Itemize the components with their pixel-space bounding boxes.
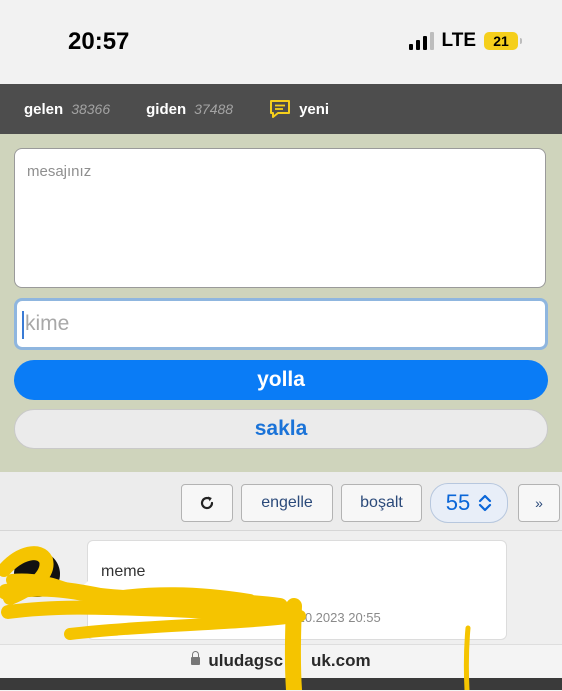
nav-inbox-label: gelen xyxy=(24,100,64,118)
page-select-value: 55 xyxy=(445,490,471,515)
status-indicators: LTE 21 xyxy=(408,30,522,52)
nav-inbox-count: 38366 xyxy=(71,101,111,117)
lock-icon xyxy=(191,651,201,665)
next-page-button[interactable]: » xyxy=(518,484,560,522)
nav-outbox-label: giden xyxy=(146,100,187,118)
message-toolbar: engelle boşalt 55 » xyxy=(0,472,562,531)
battery-icon: 21 xyxy=(484,32,522,50)
list-item[interactable]: meme .10.2023 20:55 xyxy=(79,540,507,640)
message-timestamp: .10.2023 20:55 xyxy=(294,610,381,625)
network-type: LTE xyxy=(441,30,476,51)
message-nav: gelen 38366 giden 37488 yeni xyxy=(0,84,562,134)
refresh-button[interactable] xyxy=(181,484,233,522)
status-bar: 20:57 LTE 21 xyxy=(0,0,562,84)
compose-form: yolla sakla xyxy=(0,134,562,472)
refresh-icon xyxy=(200,496,214,510)
avatar[interactable] xyxy=(14,551,60,597)
recipient-input[interactable] xyxy=(14,298,548,350)
nav-outbox-count: 37488 xyxy=(194,101,234,117)
url-text-end: uk.com xyxy=(311,651,371,670)
url-text: uludagsc xyxy=(208,651,284,670)
block-button[interactable]: engelle xyxy=(241,484,333,522)
message-text: meme xyxy=(101,563,146,580)
page-select[interactable]: 55 xyxy=(430,483,508,523)
nav-new-label: yeni xyxy=(299,100,330,118)
message-list: meme .10.2023 20:55 xyxy=(0,531,562,644)
bottom-bar xyxy=(0,678,562,690)
chevron-updown-icon xyxy=(479,494,492,512)
nav-new-message[interactable]: yeni xyxy=(269,99,329,119)
url-display: uludagsc uk.com xyxy=(0,651,562,671)
nav-outbox[interactable]: giden 37488 xyxy=(146,101,233,118)
signal-icon xyxy=(408,32,434,50)
chat-bubble-icon xyxy=(270,100,291,118)
nav-inbox[interactable]: gelen 38366 xyxy=(24,101,110,118)
clock: 20:57 xyxy=(68,28,130,55)
send-button[interactable]: yolla xyxy=(14,360,548,400)
empty-button[interactable]: boşalt xyxy=(341,484,422,522)
message-textarea[interactable] xyxy=(14,148,546,288)
text-caret xyxy=(22,311,24,339)
save-button[interactable]: sakla xyxy=(14,409,548,449)
